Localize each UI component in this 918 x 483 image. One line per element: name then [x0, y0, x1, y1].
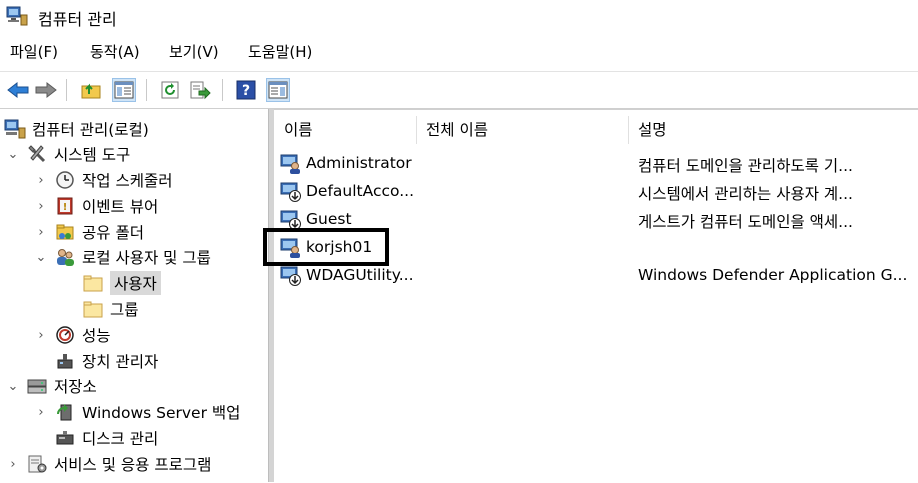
tree-item-disk-management[interactable]: 디스크 관리	[54, 426, 158, 450]
tree-item-services-applications[interactable]: › 서비스 및 응용 프로그램	[6, 452, 211, 476]
user-icon	[280, 154, 300, 174]
up-folder-icon[interactable]	[80, 78, 104, 102]
tree-item-device-manager[interactable]: 장치 관리자	[54, 349, 158, 373]
tree-item-task-scheduler[interactable]: › 작업 스케줄러	[34, 168, 173, 192]
chevron-right-icon[interactable]: ›	[34, 405, 48, 420]
menu-help[interactable]: 도움말(H)	[248, 41, 312, 62]
navigation-tree: 컴퓨터 관리(로컬) ⌄ 시스템 도구 › 작업 스케줄러 › ! 이벤트 뷰어…	[0, 109, 268, 482]
storage-icon	[26, 375, 48, 397]
highlight-box	[263, 228, 389, 266]
services-applications-icon	[26, 453, 48, 475]
tree-item-label: 작업 스케줄러	[82, 172, 173, 190]
forward-icon[interactable]	[34, 78, 58, 102]
performance-icon	[54, 324, 76, 346]
tree-item-label: 장치 관리자	[82, 353, 159, 371]
tree-item-computer-management[interactable]: 컴퓨터 관리(로컬)	[4, 117, 149, 141]
disk-management-icon	[54, 427, 76, 449]
user-name: DefaultAcco...	[306, 182, 415, 200]
user-description: 컴퓨터 도메인을 관리하도록 기...	[638, 157, 853, 175]
tree-item-groups[interactable]: 그룹	[82, 297, 139, 321]
task-scheduler-icon	[54, 169, 76, 191]
tree-item-label: 이벤트 뷰어	[82, 198, 159, 216]
shared-folders-icon	[54, 221, 76, 243]
column-header-description[interactable]: 설명	[638, 118, 667, 140]
refresh-icon[interactable]	[158, 78, 182, 102]
tree-item-label: 로컬 사용자 및 그룹	[82, 249, 211, 267]
svg-text:!: !	[63, 202, 68, 213]
user-name: Guest	[306, 210, 352, 228]
tree-item-label: 컴퓨터 관리(로컬)	[32, 121, 149, 139]
user-description: 게스트가 컴퓨터 도메인을 액세...	[638, 213, 853, 231]
column-header-name[interactable]: 이름	[284, 118, 313, 140]
tree-item-system-tools[interactable]: ⌄ 시스템 도구	[6, 142, 130, 166]
chevron-right-icon[interactable]: ›	[6, 457, 20, 472]
chevron-right-icon[interactable]: ›	[34, 225, 48, 240]
column-header-full-name[interactable]: 전체 이름	[426, 118, 488, 140]
tree-item-shared-folders[interactable]: › 공유 폴더	[34, 220, 144, 244]
toolbar-separator	[222, 79, 223, 101]
local-users-groups-icon	[54, 246, 76, 268]
user-description: 시스템에서 관리하는 사용자 계...	[638, 185, 853, 203]
menu-file[interactable]: 파일(F)	[10, 41, 58, 62]
event-viewer-icon: !	[54, 195, 76, 217]
tree-item-users[interactable]: 사용자	[82, 271, 161, 295]
tree-item-label: 공유 폴더	[82, 224, 144, 242]
tree-item-label: 서비스 및 응용 프로그램	[54, 456, 212, 474]
folder-icon	[82, 272, 104, 294]
tree-item-storage[interactable]: ⌄ 저장소	[6, 374, 97, 398]
title-bar: 컴퓨터 관리	[0, 0, 918, 34]
tree-item-label: 성능	[82, 327, 111, 345]
tree-item-label: 사용자	[110, 271, 161, 295]
help-icon[interactable]: ?	[234, 78, 258, 102]
column-divider[interactable]	[416, 116, 417, 144]
user-list: 이름 전체 이름 설명 Administrator 컴퓨터 도메인을 관리하도록…	[274, 109, 918, 483]
tree-item-event-viewer[interactable]: › ! 이벤트 뷰어	[34, 194, 158, 218]
computer-management-icon	[4, 118, 26, 140]
list-item[interactable]: DefaultAcco... 시스템에서 관리하는 사용자 계...	[274, 179, 918, 205]
computer-management-icon	[6, 6, 28, 26]
user-name: Administrator	[306, 154, 412, 172]
tree-item-performance[interactable]: › 성능	[34, 323, 111, 347]
tree-item-label: 디스크 관리	[82, 430, 159, 448]
action-pane-icon[interactable]	[266, 78, 290, 102]
user-description: Windows Defender Application G...	[638, 266, 908, 284]
back-icon[interactable]	[6, 78, 30, 102]
svg-text:?: ?	[242, 83, 250, 99]
column-divider[interactable]	[628, 116, 629, 144]
system-tools-icon	[26, 143, 48, 165]
list-item[interactable]: WDAGUtility... Windows Defender Applicat…	[274, 263, 918, 289]
chevron-down-icon[interactable]: ⌄	[6, 147, 20, 162]
chevron-down-icon[interactable]: ⌄	[34, 250, 48, 265]
menu-bar: 파일(F) 동작(A) 보기(V) 도움말(H)	[0, 36, 918, 66]
disabled-user-icon	[280, 266, 301, 286]
menu-action[interactable]: 동작(A)	[90, 41, 140, 62]
toolbar: ?	[0, 71, 918, 109]
chevron-right-icon[interactable]: ›	[34, 173, 48, 188]
toolbar-separator	[146, 79, 147, 101]
list-item[interactable]: Administrator 컴퓨터 도메인을 관리하도록 기...	[274, 151, 918, 177]
export-list-icon[interactable]	[188, 78, 212, 102]
tree-item-local-users-groups[interactable]: ⌄ 로컬 사용자 및 그룹	[34, 245, 211, 269]
tree-item-label: Windows Server 백업	[82, 404, 241, 422]
window-title: 컴퓨터 관리	[38, 10, 117, 29]
menu-view[interactable]: 보기(V)	[169, 41, 219, 62]
server-backup-icon	[54, 401, 76, 423]
user-name: WDAGUtility...	[306, 266, 414, 284]
chevron-down-icon[interactable]: ⌄	[6, 379, 20, 394]
show-hide-tree-icon[interactable]	[112, 78, 136, 102]
chevron-right-icon[interactable]: ›	[34, 328, 48, 343]
tree-item-label: 그룹	[110, 301, 139, 319]
chevron-right-icon[interactable]: ›	[34, 199, 48, 214]
toolbar-separator	[66, 79, 67, 101]
tree-item-label: 시스템 도구	[54, 146, 131, 164]
tree-item-label: 저장소	[54, 378, 97, 396]
disabled-user-icon	[280, 182, 301, 202]
tree-item-server-backup[interactable]: › Windows Server 백업	[34, 400, 240, 424]
device-manager-icon	[54, 350, 76, 372]
folder-icon	[82, 298, 104, 320]
